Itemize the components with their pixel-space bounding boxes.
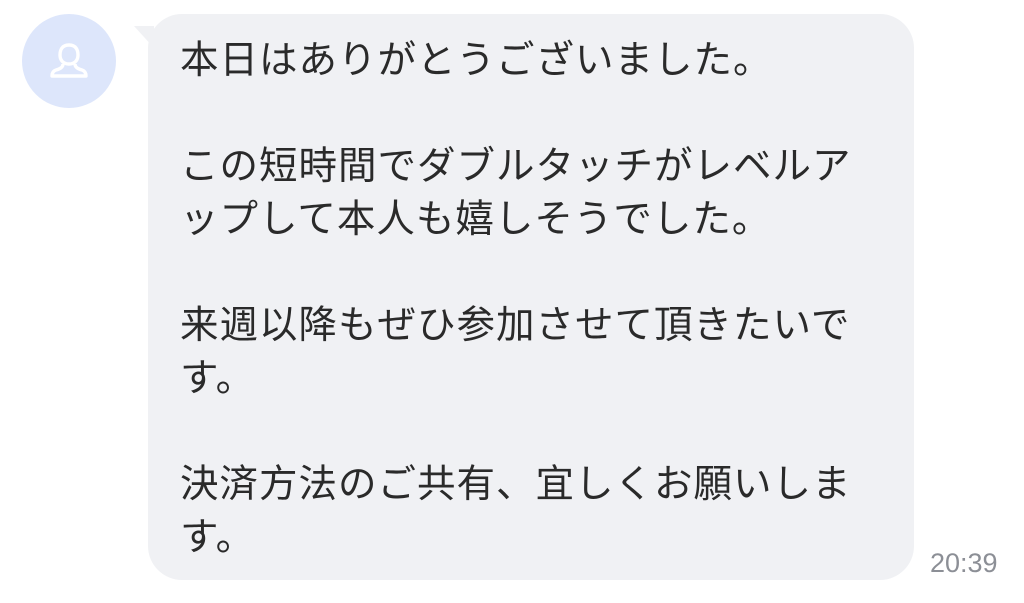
- message-paragraph: この短時間でダブルタッチがレベルアップして本人も嬉しそうでした。: [180, 144, 852, 242]
- avatar[interactable]: [22, 14, 116, 108]
- message-text: 本日はありがとうございました。 この短時間でダブルタッチがレベルアップして本人も…: [180, 34, 880, 564]
- user-silhouette-icon: [47, 39, 91, 83]
- chat-message-row: 本日はありがとうございました。 この短時間でダブルタッチがレベルアップして本人も…: [0, 0, 1024, 603]
- message-timestamp: 20:39: [930, 548, 998, 578]
- message-paragraph: 決済方法のご共有、宜しくお願いします。: [180, 462, 852, 560]
- message-paragraph: 本日はありがとうございました。: [180, 38, 773, 83]
- message-paragraph: 来週以降もぜひ参加させて頂きたいです。: [180, 303, 851, 401]
